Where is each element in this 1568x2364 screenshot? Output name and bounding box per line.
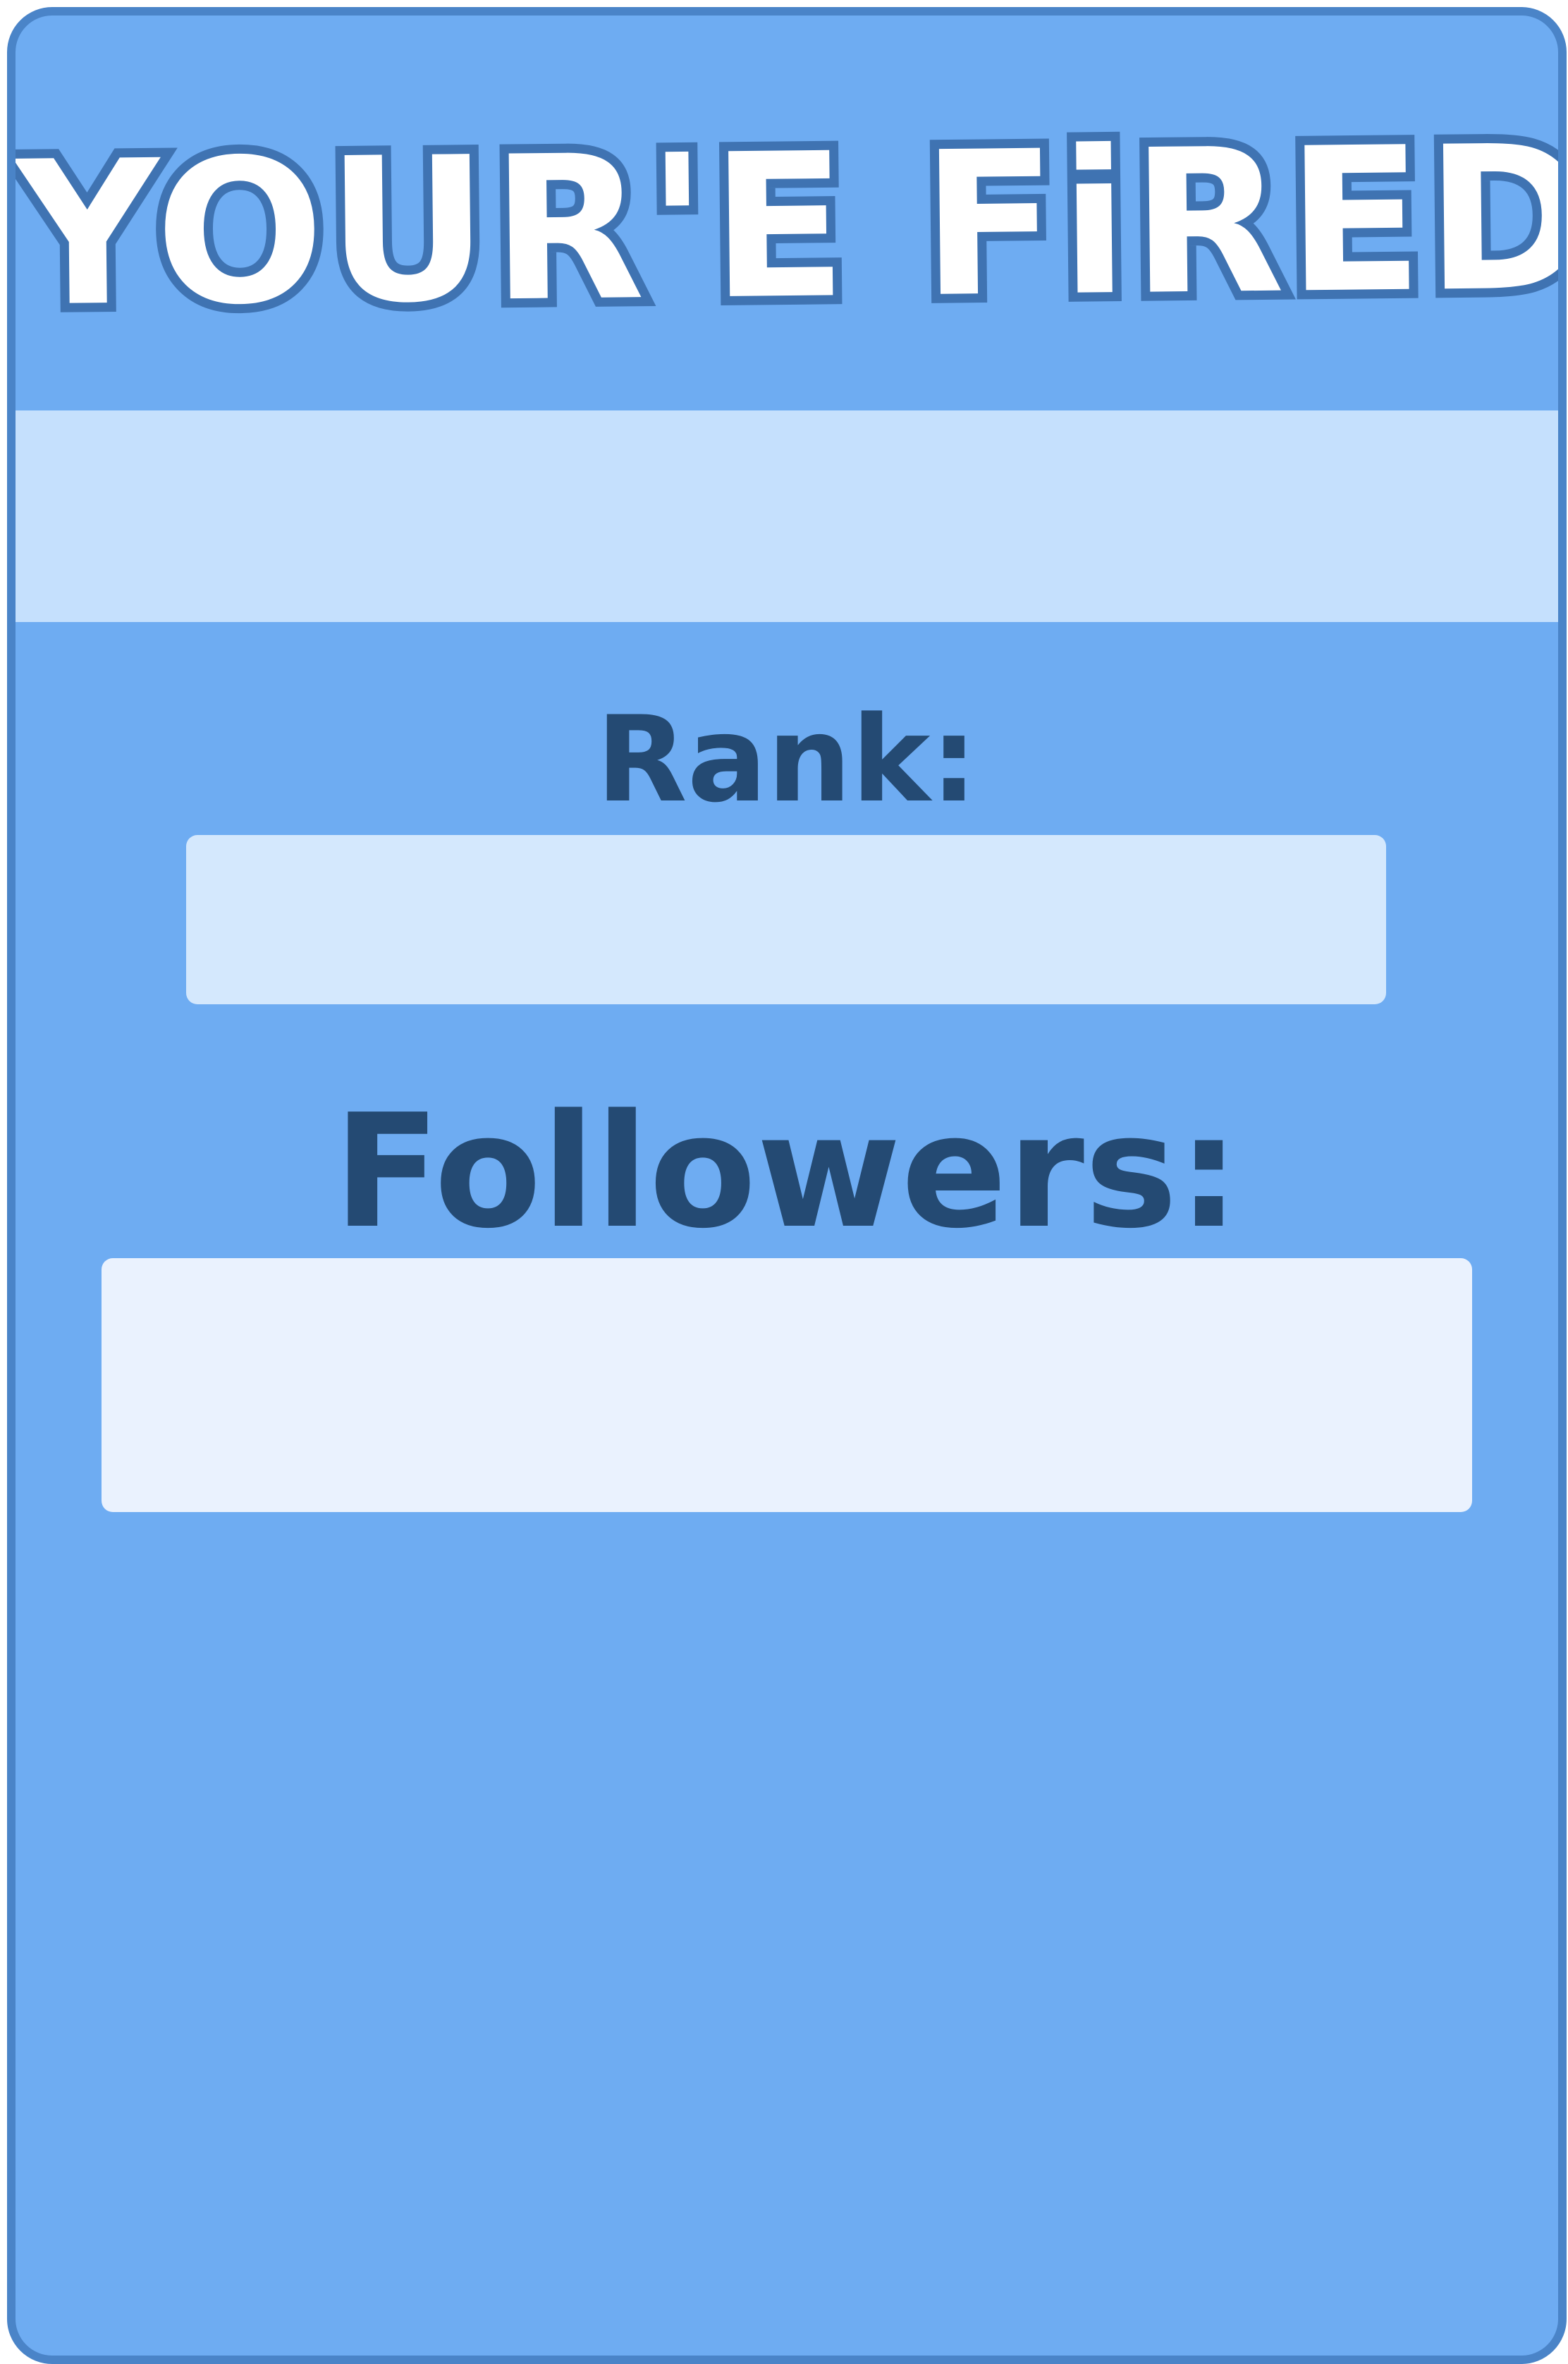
followers-label: Followers: [333, 1081, 1240, 1263]
followers-field [102, 1258, 1472, 1512]
card-title: YOUR'E FiRED [14, 93, 1567, 360]
rank-label: Rank: [596, 690, 978, 829]
profile-card: YOUR'E FiRED Rank: Followers: [7, 7, 1567, 2364]
name-band [16, 410, 1558, 622]
rank-field [186, 835, 1386, 1004]
